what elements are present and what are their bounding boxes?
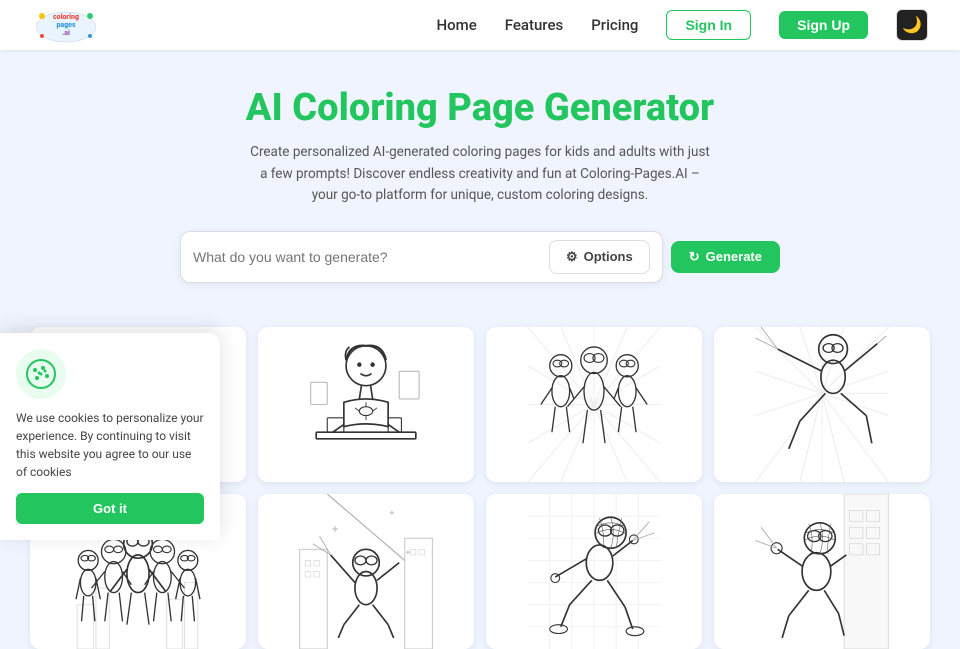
cookie-text: We use cookies to personalize your exper…	[16, 409, 204, 481]
search-bar: ⚙ Options	[180, 231, 663, 283]
gear-icon: ⚙	[566, 249, 578, 265]
svg-text:✦: ✦	[331, 523, 340, 536]
grid-item-4[interactable]	[714, 327, 930, 482]
grid-item-8[interactable]	[714, 494, 930, 649]
search-bar-wrapper: ⚙ Options ↻ Generate	[180, 231, 780, 283]
cookie-banner: We use cookies to personalize your exper…	[0, 333, 220, 540]
logo[interactable]: coloring pages .ai	[32, 6, 100, 44]
grid-item-6[interactable]: ✦ ✦ ✦	[258, 494, 474, 649]
theme-toggle-button[interactable]: 🌙	[896, 9, 928, 41]
grid-item-3[interactable]	[486, 327, 702, 482]
nav-features[interactable]: Features	[505, 16, 563, 34]
options-label: Options	[584, 249, 633, 264]
svg-text:pages: pages	[56, 21, 76, 29]
generate-label: Generate	[706, 249, 762, 264]
hero-title: AI Coloring Page Generator	[20, 86, 940, 130]
got-it-button[interactable]: Got it	[16, 493, 204, 524]
svg-text:.ai: .ai	[62, 29, 70, 37]
svg-text:coloring: coloring	[53, 13, 79, 21]
cookie-icon	[16, 349, 66, 399]
grid-item-7[interactable]	[486, 494, 702, 649]
hero-subtitle: Create personalized AI-generated colorin…	[250, 142, 710, 207]
svg-text:✦: ✦	[405, 548, 412, 557]
signin-button[interactable]: Sign In	[666, 10, 751, 40]
nav-links: Home Features Pricing Sign In Sign Up 🌙	[436, 9, 928, 41]
generate-button[interactable]: ↻ Generate	[671, 241, 780, 273]
navbar: coloring pages .ai Home Features Pricing…	[0, 0, 960, 50]
options-button[interactable]: ⚙ Options	[549, 240, 650, 274]
signup-button[interactable]: Sign Up	[779, 11, 868, 39]
svg-text:✦: ✦	[388, 509, 396, 519]
nav-pricing[interactable]: Pricing	[591, 16, 638, 34]
grid-item-2[interactable]	[258, 327, 474, 482]
search-input[interactable]	[193, 249, 549, 265]
nav-home[interactable]: Home	[436, 16, 476, 34]
refresh-icon: ↻	[689, 249, 700, 265]
hero-section: AI Coloring Page Generator Create person…	[0, 50, 960, 327]
